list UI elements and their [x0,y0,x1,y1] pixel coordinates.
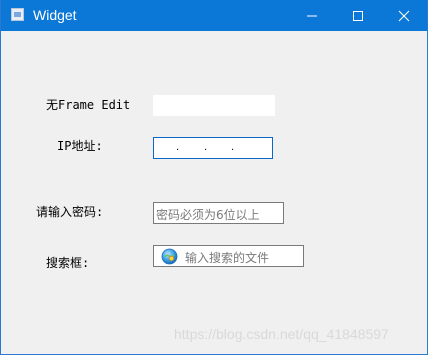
password-placeholder: 密码必须为6位以上 [156,208,260,222]
maximize-button[interactable] [335,0,381,31]
password-input[interactable]: 密码必须为6位以上 [153,202,284,224]
search-placeholder: 输入搜索的文件 [185,251,270,265]
window-title: Widget [33,7,77,23]
noframe-edit-input[interactable] [153,95,275,116]
minimize-icon [307,15,317,16]
minimize-button[interactable] [289,0,335,31]
maximize-icon [353,10,363,21]
ip-separator-2: . [204,142,208,153]
watermark-text: https://blog.csdn.net/qq_41848597 [174,326,389,342]
title-bar[interactable]: Widget [1,0,427,31]
close-icon [398,10,410,21]
noframe-edit-label: 无Frame Edit [46,98,131,112]
close-button[interactable] [381,0,427,31]
app-window-icon [11,8,24,21]
ip-separator-1: . [176,142,180,153]
search-globe-icon [161,248,178,265]
search-label: 搜索框: [46,256,90,270]
widget-window: Widget 无Frame Edit IP地址: . . . 请输入密码: 密码… [0,0,428,355]
search-input[interactable]: 输入搜索的文件 [153,245,304,267]
password-label: 请输入密码: [36,205,104,219]
ip-address-input[interactable]: . . . [153,137,273,159]
ip-address-label: IP地址: [57,139,103,153]
ip-separator-3: . [231,142,235,153]
